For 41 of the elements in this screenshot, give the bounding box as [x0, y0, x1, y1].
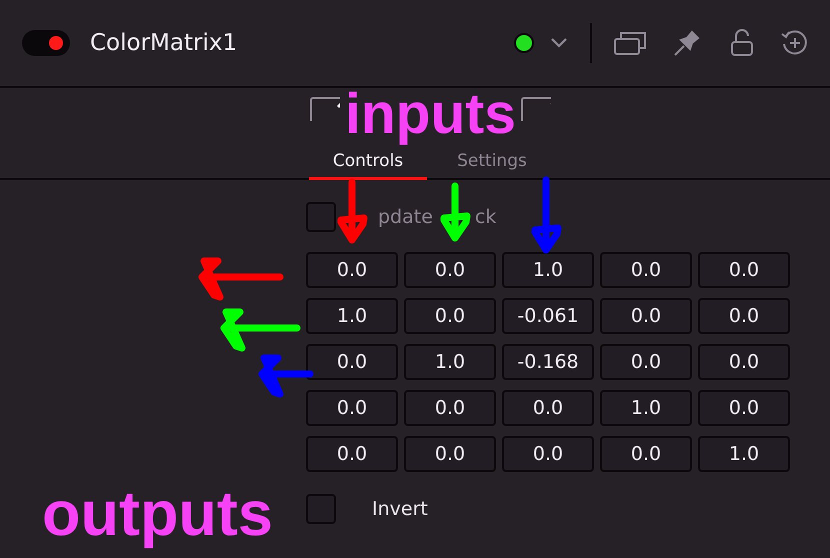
pin-icon[interactable] [672, 29, 700, 57]
value-field[interactable]: 0.0 [404, 252, 496, 288]
value-field[interactable]: 0.0 [404, 298, 496, 334]
status-dot[interactable] [514, 33, 534, 53]
windows-icon[interactable] [614, 31, 646, 55]
value-field[interactable]: 0.0 [698, 252, 790, 288]
checkbox-label: pdate [378, 206, 433, 228]
value-field[interactable]: 0.0 [698, 344, 790, 380]
value-field[interactable]: 0.0 [600, 344, 692, 380]
value-field[interactable]: 0.0 [502, 390, 594, 426]
value-field[interactable]: 1.0 [404, 344, 496, 380]
tab[interactable]: Settings [433, 151, 551, 180]
value-field[interactable]: 0.0 [600, 436, 692, 472]
value-field[interactable]: 0.0 [306, 390, 398, 426]
value-field[interactable]: 0.0 [698, 298, 790, 334]
checkbox[interactable] [306, 494, 336, 524]
node-title: ColorMatrix1 [90, 30, 238, 56]
value-field[interactable]: 1.0 [600, 390, 692, 426]
value-field[interactable]: 0.0 [600, 252, 692, 288]
checkbox-label: ck [474, 206, 496, 228]
value-field[interactable]: 0.0 [502, 436, 594, 472]
chevron-down-icon[interactable] [550, 37, 568, 49]
value-field[interactable]: 0.0 [698, 390, 790, 426]
value-field[interactable]: -0.168 [502, 344, 594, 380]
value-field[interactable]: 1.0 [502, 252, 594, 288]
tab[interactable]: Controls [309, 151, 427, 180]
value-field[interactable]: 0.0 [306, 252, 398, 288]
value-field[interactable]: 0.0 [306, 436, 398, 472]
value-field[interactable]: -0.061 [502, 298, 594, 334]
annotation-text: outputs [42, 483, 273, 546]
value-field[interactable]: 0.0 [404, 436, 496, 472]
annotation-text: inputs [345, 86, 516, 143]
value-field[interactable]: 0.0 [600, 298, 692, 334]
toggle-switch[interactable] [22, 30, 70, 56]
value-field[interactable]: 1.0 [698, 436, 790, 472]
lock-icon[interactable] [730, 29, 754, 57]
value-field[interactable]: 0.0 [306, 344, 398, 380]
value-field[interactable]: 1.0 [306, 298, 398, 334]
checkbox-label: Invert [372, 498, 428, 520]
value-field[interactable]: 0.0 [404, 390, 496, 426]
checkbox[interactable] [306, 202, 336, 232]
